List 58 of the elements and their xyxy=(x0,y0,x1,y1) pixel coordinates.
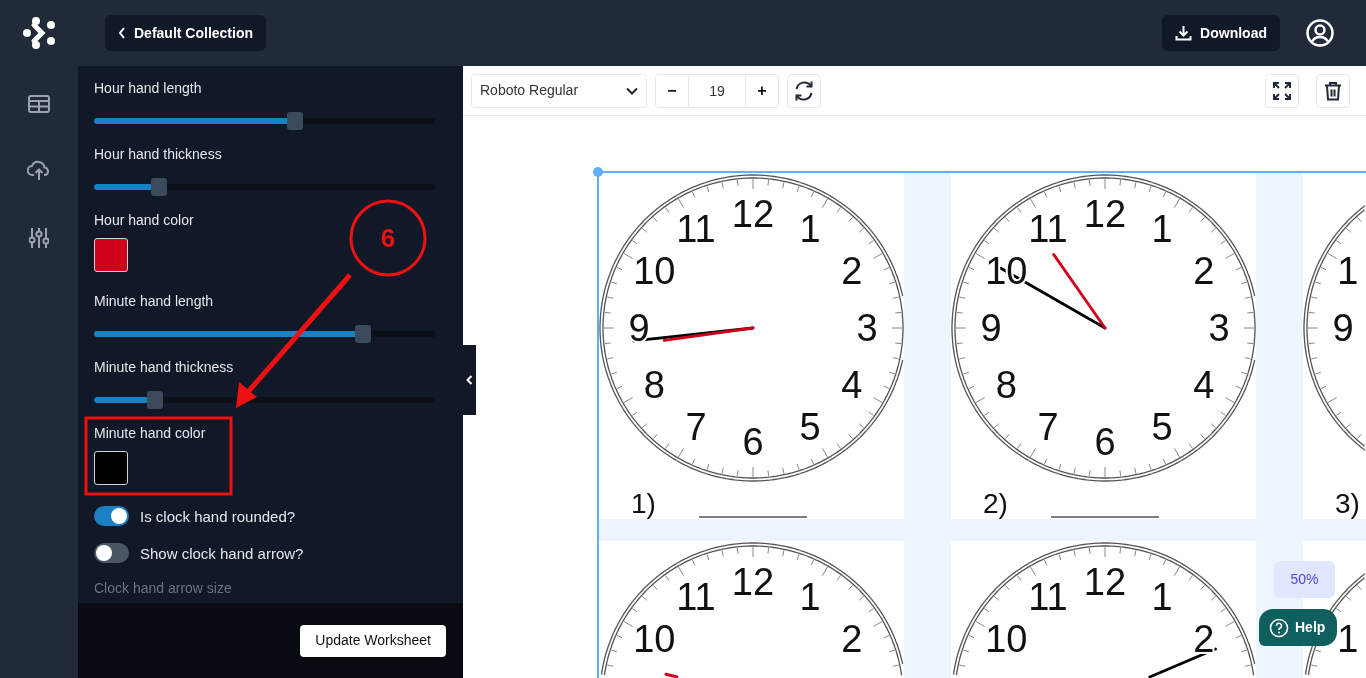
clock-numeral: 2 xyxy=(841,250,863,292)
setting-label: Hour hand thickness xyxy=(94,146,223,163)
clock-numeral: 10 xyxy=(985,618,1028,660)
setting-label: Minute hand length xyxy=(94,293,215,310)
increment-button[interactable]: + xyxy=(745,73,779,108)
clock-numeral: 4 xyxy=(841,364,863,406)
clock-numeral: 10 xyxy=(633,618,676,660)
back-button[interactable]: Default Collection xyxy=(105,15,266,51)
clock-numeral: 2 xyxy=(1193,250,1215,292)
clock-numeral: 1 xyxy=(1337,618,1359,660)
clock-numeral: 7 xyxy=(1037,405,1059,448)
clock-numeral: 4 xyxy=(1193,364,1215,406)
setting-label: Clock hand arrow size xyxy=(94,580,233,597)
update-worksheet-button[interactable]: Update Worksheet xyxy=(300,624,446,657)
clock-numeral: 11 xyxy=(676,576,716,619)
question-number: 3) xyxy=(1335,488,1360,519)
clock-numeral: 5 xyxy=(1151,405,1173,448)
clock-numeral: 11 xyxy=(1028,576,1068,619)
download-button[interactable]: Download xyxy=(1162,15,1280,51)
clock-numeral: 12 xyxy=(1083,561,1127,603)
zoom-level: 50% xyxy=(1274,561,1335,598)
clock-numeral: 1 xyxy=(1151,208,1173,251)
setting-label: Hour hand color xyxy=(94,212,195,229)
question-number: 2) xyxy=(983,488,1008,519)
clock-numeral: 3 xyxy=(1208,307,1230,349)
step-number: 6 xyxy=(380,223,396,253)
clock-numeral: 9 xyxy=(1332,307,1354,349)
clock-numeral: 12 xyxy=(731,561,775,603)
toggle-label: Is clock hand rounded? xyxy=(140,507,296,525)
clock-numeral: 12 xyxy=(1083,193,1127,235)
clock-numeral: 6 xyxy=(742,421,764,463)
clock-numeral: 1 xyxy=(1151,576,1173,619)
clock-numeral: 2 xyxy=(1193,618,1215,660)
decrement-button[interactable]: − xyxy=(655,73,689,108)
question-number: 1) xyxy=(631,488,656,519)
clock-numeral: 7 xyxy=(685,405,707,448)
setting-label: Minute hand thickness xyxy=(94,359,235,376)
font-select[interactable]: Roboto Regular xyxy=(471,73,647,108)
clock-numeral: 8 xyxy=(995,364,1017,406)
clock-numeral: 9 xyxy=(980,307,1002,349)
clock-numeral: 5 xyxy=(799,405,821,448)
clock-numeral: 3 xyxy=(856,307,878,349)
clock-numeral: 6 xyxy=(1094,421,1116,463)
clock-numeral: 11 xyxy=(676,208,716,251)
clock-numeral: 10 xyxy=(633,250,676,292)
clock-numeral: 1 xyxy=(1337,250,1359,292)
setting-label: Minute hand color xyxy=(94,425,207,442)
clock-numeral: 11 xyxy=(1028,208,1068,251)
clock-numeral: 12 xyxy=(731,193,775,235)
clock-numeral: 1 xyxy=(799,576,821,619)
setting-label: Hour hand length xyxy=(94,80,203,97)
help-button[interactable]: Help xyxy=(1259,609,1338,646)
clock-numeral: 8 xyxy=(643,364,665,406)
toggle-label: Show clock hand arrow? xyxy=(140,544,304,562)
clock-numeral: 9 xyxy=(628,307,650,349)
font-size-field[interactable]: 19 xyxy=(689,73,745,108)
clock-numeral: 1 xyxy=(799,208,821,251)
clock-numeral: 2 xyxy=(841,618,863,660)
